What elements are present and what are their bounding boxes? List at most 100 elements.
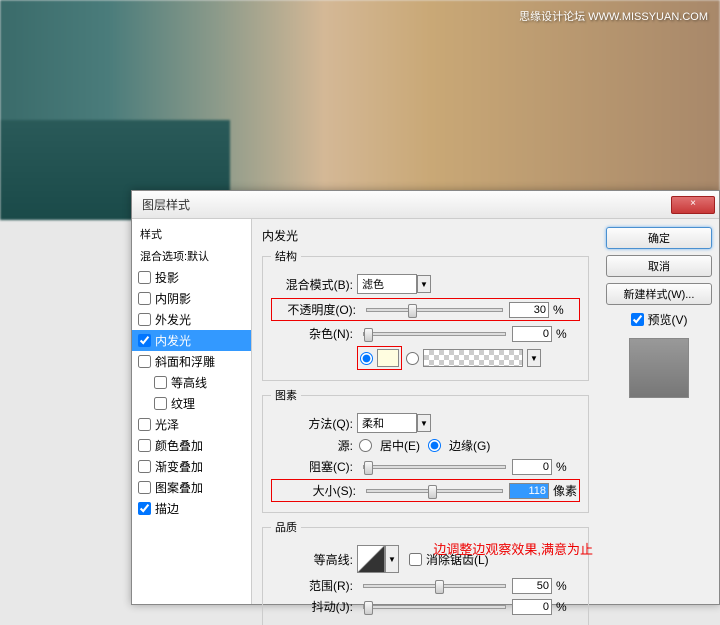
- ok-button[interactable]: 确定: [606, 227, 712, 249]
- style-checkbox[interactable]: [138, 502, 151, 515]
- style-item-3[interactable]: 内发光: [132, 330, 251, 351]
- style-item-9[interactable]: 渐变叠加: [132, 456, 251, 477]
- source-center-radio[interactable]: [359, 439, 372, 452]
- method-select[interactable]: 柔和: [357, 413, 417, 433]
- style-checkbox[interactable]: [138, 313, 151, 326]
- source-label: 源:: [271, 437, 357, 454]
- style-item-0[interactable]: 投影: [132, 267, 251, 288]
- structure-legend: 结构: [271, 248, 301, 264]
- opacity-unit: %: [553, 303, 577, 317]
- antialias-checkbox[interactable]: [409, 553, 422, 566]
- style-item-11[interactable]: 描边: [132, 498, 251, 519]
- titlebar[interactable]: 图层样式 ×: [132, 191, 719, 219]
- blend-options-header[interactable]: 混合选项:默认: [132, 245, 251, 267]
- style-item-label: 内阴影: [155, 290, 191, 307]
- contour-swatch[interactable]: [357, 545, 385, 573]
- style-item-7[interactable]: 光泽: [132, 414, 251, 435]
- source-edge-radio[interactable]: [428, 439, 441, 452]
- jitter-input[interactable]: [512, 599, 552, 615]
- preview-checkbox[interactable]: [631, 313, 644, 326]
- panel-heading: 内发光: [262, 227, 589, 244]
- style-item-2[interactable]: 外发光: [132, 309, 251, 330]
- quality-legend: 品质: [271, 519, 301, 535]
- layer-style-dialog: 图层样式 × 样式 混合选项:默认 投影内阴影外发光内发光斜面和浮雕等高线纹理光…: [131, 190, 720, 605]
- contour-dropdown-icon[interactable]: ▼: [385, 545, 399, 573]
- style-checkbox[interactable]: [154, 376, 167, 389]
- preview-thumbnail: [629, 338, 689, 398]
- style-item-label: 描边: [155, 500, 179, 517]
- style-item-label: 斜面和浮雕: [155, 353, 215, 370]
- style-checkbox[interactable]: [138, 334, 151, 347]
- styles-header[interactable]: 样式: [132, 223, 251, 245]
- style-item-label: 渐变叠加: [155, 458, 203, 475]
- color-swatch[interactable]: [377, 349, 399, 367]
- style-item-10[interactable]: 图案叠加: [132, 477, 251, 498]
- size-label: 大小(S):: [274, 482, 360, 499]
- range-input[interactable]: [512, 578, 552, 594]
- method-label: 方法(Q):: [271, 415, 357, 432]
- size-unit: 像素: [553, 482, 577, 499]
- style-checkbox[interactable]: [138, 460, 151, 473]
- style-checkbox[interactable]: [138, 481, 151, 494]
- source-center-label: 居中(E): [380, 437, 420, 454]
- blend-mode-label: 混合模式(B):: [271, 276, 357, 293]
- gradient-swatch[interactable]: [423, 349, 523, 367]
- quality-group: 品质 等高线: ▼ 消除锯齿(L) 范围(R): % 抖动(J):: [262, 519, 589, 625]
- elements-group: 图素 方法(Q): 柔和 ▼ 源: 居中(E) 边缘(G) 阻塞(: [262, 387, 589, 513]
- style-item-6[interactable]: 纹理: [132, 393, 251, 414]
- annotation-text: 边调整边观察效果,满意为止: [433, 539, 593, 558]
- style-item-label: 内发光: [155, 332, 191, 349]
- style-checkbox[interactable]: [138, 418, 151, 431]
- gradient-dropdown-icon[interactable]: ▼: [527, 349, 541, 367]
- style-item-5[interactable]: 等高线: [132, 372, 251, 393]
- choke-label: 阻塞(C):: [271, 458, 357, 475]
- style-checkbox[interactable]: [138, 355, 151, 368]
- blend-mode-select[interactable]: 滤色: [357, 274, 417, 294]
- cancel-button[interactable]: 取消: [606, 255, 712, 277]
- right-panel: 确定 取消 新建样式(W)... 预览(V): [599, 219, 719, 604]
- range-unit: %: [556, 579, 580, 593]
- style-checkbox[interactable]: [138, 439, 151, 452]
- jitter-slider[interactable]: [363, 605, 506, 609]
- new-style-button[interactable]: 新建样式(W)...: [606, 283, 712, 305]
- style-checkbox[interactable]: [154, 397, 167, 410]
- structure-group: 结构 混合模式(B): 滤色 ▼ 不透明度(O): % 杂色(N): %: [262, 248, 589, 381]
- noise-slider[interactable]: [363, 332, 506, 336]
- solid-color-radio[interactable]: [360, 352, 373, 365]
- choke-slider[interactable]: [363, 465, 506, 469]
- dropdown-arrow-icon[interactable]: ▼: [417, 414, 431, 432]
- dropdown-arrow-icon[interactable]: ▼: [417, 275, 431, 293]
- watermark-top: 思缘设计论坛 WWW.MISSYUAN.COM: [519, 8, 708, 24]
- style-item-8[interactable]: 颜色叠加: [132, 435, 251, 456]
- choke-input[interactable]: [512, 459, 552, 475]
- style-item-label: 图案叠加: [155, 479, 203, 496]
- opacity-slider[interactable]: [366, 308, 503, 312]
- styles-list: 样式 混合选项:默认 投影内阴影外发光内发光斜面和浮雕等高线纹理光泽颜色叠加渐变…: [132, 219, 252, 604]
- range-slider[interactable]: [363, 584, 506, 588]
- range-label: 范围(R):: [271, 577, 357, 594]
- opacity-label: 不透明度(O):: [274, 301, 360, 318]
- opacity-input[interactable]: [509, 302, 549, 318]
- close-button[interactable]: ×: [671, 196, 715, 214]
- size-input[interactable]: [509, 483, 549, 499]
- background-photo: [0, 0, 720, 220]
- gradient-radio[interactable]: [406, 352, 419, 365]
- style-item-label: 光泽: [155, 416, 179, 433]
- size-slider[interactable]: [366, 489, 503, 493]
- noise-label: 杂色(N):: [271, 325, 357, 342]
- style-checkbox[interactable]: [138, 292, 151, 305]
- style-item-label: 等高线: [171, 374, 207, 391]
- choke-unit: %: [556, 460, 580, 474]
- preview-label: 预览(V): [648, 311, 688, 328]
- style-item-4[interactable]: 斜面和浮雕: [132, 351, 251, 372]
- style-item-label: 投影: [155, 269, 179, 286]
- style-item-1[interactable]: 内阴影: [132, 288, 251, 309]
- elements-legend: 图素: [271, 387, 301, 403]
- noise-input[interactable]: [512, 326, 552, 342]
- style-item-label: 外发光: [155, 311, 191, 328]
- style-checkbox[interactable]: [138, 271, 151, 284]
- source-edge-label: 边缘(G): [449, 437, 490, 454]
- style-item-label: 纹理: [171, 395, 195, 412]
- contour-label: 等高线:: [271, 551, 357, 568]
- jitter-unit: %: [556, 600, 580, 614]
